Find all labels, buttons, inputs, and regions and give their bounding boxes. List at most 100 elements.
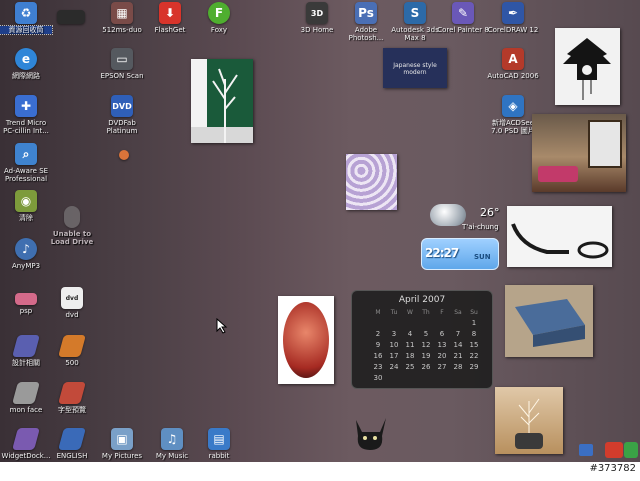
calendar-day[interactable]: 3	[386, 330, 402, 339]
dvd-folder-icon: dvd	[61, 287, 83, 309]
image-id-tag: #373782	[589, 463, 636, 474]
desktop-icon-label: Corel Painter 8	[437, 26, 489, 34]
calendar-day[interactable]: 14	[450, 341, 466, 350]
dark-panel-icon	[57, 10, 85, 24]
desktop-icon-sheji[interactable]: 設計相關	[0, 335, 52, 367]
tree-photo[interactable]	[191, 59, 253, 143]
cuckoo-clock-photo[interactable]	[555, 28, 620, 105]
calendar-weekday: Th	[422, 309, 430, 316]
tree-lamp-photo[interactable]	[495, 387, 563, 454]
calendar-day[interactable]: 15	[466, 341, 482, 350]
desktop-icon-unnamed-dark[interactable]	[45, 2, 97, 24]
clock-widget[interactable]: 22:27 SUN	[421, 238, 499, 270]
lounge-chair-photo[interactable]	[507, 206, 612, 267]
calendar-day[interactable]: 28	[450, 363, 466, 372]
desktop-icon-label: 設計相關	[12, 359, 40, 367]
calendar-day[interactable]: 6	[434, 330, 450, 339]
desktop-icon-adobe-photoshop[interactable]: Ps Adobe Photosh...	[340, 2, 392, 42]
calendar-widget[interactable]: April 2007 M Tu W Th F Sa Su 1 2 3 4 5 6 7 8 9 10 11 12 13 1…	[351, 290, 493, 389]
calendar-day[interactable]: 25	[402, 363, 418, 372]
calendar-day[interactable]: 2	[370, 330, 386, 339]
weather-widget[interactable]: 26° T'ai-chung	[428, 200, 500, 234]
calendar-day[interactable]: 16	[370, 352, 386, 361]
desktop-icon-rabbit[interactable]: ▤ rabbit	[193, 428, 245, 460]
desktop-icon-my-music[interactable]: ♫ My Music	[146, 428, 198, 460]
desktop-icon-small-orb[interactable]	[98, 150, 150, 160]
metal-shelf-photo[interactable]	[505, 285, 593, 357]
calendar-day[interactable]: 21	[450, 352, 466, 361]
desktop-icon-label: Foxy	[210, 26, 228, 34]
desktop-icon-psp[interactable]: psp	[0, 287, 52, 315]
calendar-weekday: W	[407, 309, 413, 316]
desktop-icon-widgetdock[interactable]: WidgetDock...	[0, 428, 52, 460]
calendar-day[interactable]: 1	[466, 319, 482, 328]
desktop-icon-label: Ad-Aware SE Professional	[3, 167, 49, 183]
desktop-icon-label: 資源回收筒	[0, 25, 53, 35]
calendar-weekday: Sa	[454, 309, 462, 316]
calendar-day[interactable]: 24	[386, 363, 402, 372]
calendar-day[interactable]: 4	[402, 330, 418, 339]
flashget-icon: ⬇	[159, 2, 181, 24]
desktop-icon-english[interactable]: ENGLISH	[46, 428, 98, 460]
calendar-day[interactable]: 22	[466, 352, 482, 361]
desktop-icon-mon-face[interactable]: mon face	[0, 382, 52, 414]
calendar-day[interactable]: 5	[418, 330, 434, 339]
calendar-day[interactable]: 27	[434, 363, 450, 372]
calendar-day[interactable]: 30	[370, 374, 386, 383]
desktop-icon-ad-aware[interactable]: ⌕ Ad-Aware SE Professional	[0, 143, 52, 183]
desktop-icon-label: DVDFab Platinum	[106, 119, 138, 135]
calendar-day[interactable]: 12	[418, 341, 434, 350]
calendar-day[interactable]: 17	[386, 352, 402, 361]
desktop-icon-label: rabbit	[208, 452, 230, 460]
green-status-icon[interactable]	[624, 442, 638, 458]
calendar-day[interactable]: 29	[466, 363, 482, 372]
calendar-day[interactable]: 11	[402, 341, 418, 350]
desktop-icon-my-pictures[interactable]: ▣ My Pictures	[96, 428, 148, 460]
calendar-day[interactable]: 18	[402, 352, 418, 361]
metal-shelf-graphic	[515, 299, 585, 347]
desktop-icon-qingjie[interactable]: ◉ 清除	[0, 190, 52, 222]
desktop-icon-dvd[interactable]: dvd dvd	[46, 287, 98, 319]
desktop-icon-network[interactable]: e 網際網路	[0, 48, 52, 80]
weather-temperature: 26°	[480, 206, 500, 219]
desktop-icon-foxy[interactable]: F Foxy	[193, 2, 245, 34]
japanese-style-photo[interactable]: Japanese style modern	[383, 48, 447, 88]
calendar-weekday: Tu	[390, 309, 398, 316]
desktop-icon-epson-scan[interactable]: ▭ EPSON Scan	[96, 48, 148, 80]
lounge-chair-graphic	[511, 223, 609, 259]
calendar-day[interactable]: 13	[434, 341, 450, 350]
calendar-day[interactable]: 19	[418, 352, 434, 361]
interior-room-photo[interactable]	[532, 114, 626, 192]
desktop-icon-coreldraw[interactable]: ✒ CorelDRAW 12	[487, 2, 539, 34]
desktop-icon-trend-micro[interactable]: ✚ Trend Micro PC-cillin Int...	[0, 95, 52, 135]
purple-pattern-photo[interactable]	[346, 154, 397, 210]
desktop-icon-3d-home[interactable]: 3D 3D Home	[291, 2, 343, 34]
mascot-character	[350, 412, 392, 452]
desktop-icon-autocad[interactable]: A AutoCAD 2006	[487, 48, 539, 80]
calendar-day[interactable]: 7	[450, 330, 466, 339]
room-sofa	[538, 166, 578, 182]
desktop-icon-corel-painter[interactable]: ✎ Corel Painter 8	[437, 2, 489, 34]
tree-lamp-graphic	[515, 398, 543, 449]
scanner-icon: ▭	[111, 48, 133, 70]
calendar-day[interactable]: 26	[418, 363, 434, 372]
desktop-icon-zixing[interactable]: 字型預覽	[46, 382, 98, 414]
calendar-day[interactable]: 8	[466, 330, 482, 339]
calendar-day[interactable]: 23	[370, 363, 386, 372]
tree-graphic	[191, 59, 253, 143]
desktop-icon-dvdfab[interactable]: DVD DVDFab Platinum	[96, 95, 148, 135]
book-red-icon	[58, 382, 86, 404]
desktop-icon-label: My Pictures	[101, 452, 143, 460]
desktop-icon-500[interactable]: 500	[46, 335, 98, 367]
desktop-icon-flashget[interactable]: ⬇ FlashGet	[144, 2, 196, 34]
desktop-icon-512ms-duo[interactable]: ▦ 512ms-duo	[96, 2, 148, 34]
power-icon[interactable]	[605, 442, 623, 458]
desktop-icon-anymp3[interactable]: ♪ AnyMP3	[0, 238, 52, 270]
calendar-day[interactable]: 10	[386, 341, 402, 350]
desktop-icon-unable-to-load[interactable]: Unable to Load Drive	[46, 206, 98, 246]
red-frame-photo[interactable]	[278, 296, 334, 384]
calendar-day[interactable]: 20	[434, 352, 450, 361]
calendar-day[interactable]: 9	[370, 341, 386, 350]
tray-icon[interactable]	[579, 444, 593, 456]
desktop-icon-autodesk-3ds-max[interactable]: S Autodesk 3ds Max 8	[389, 2, 441, 42]
